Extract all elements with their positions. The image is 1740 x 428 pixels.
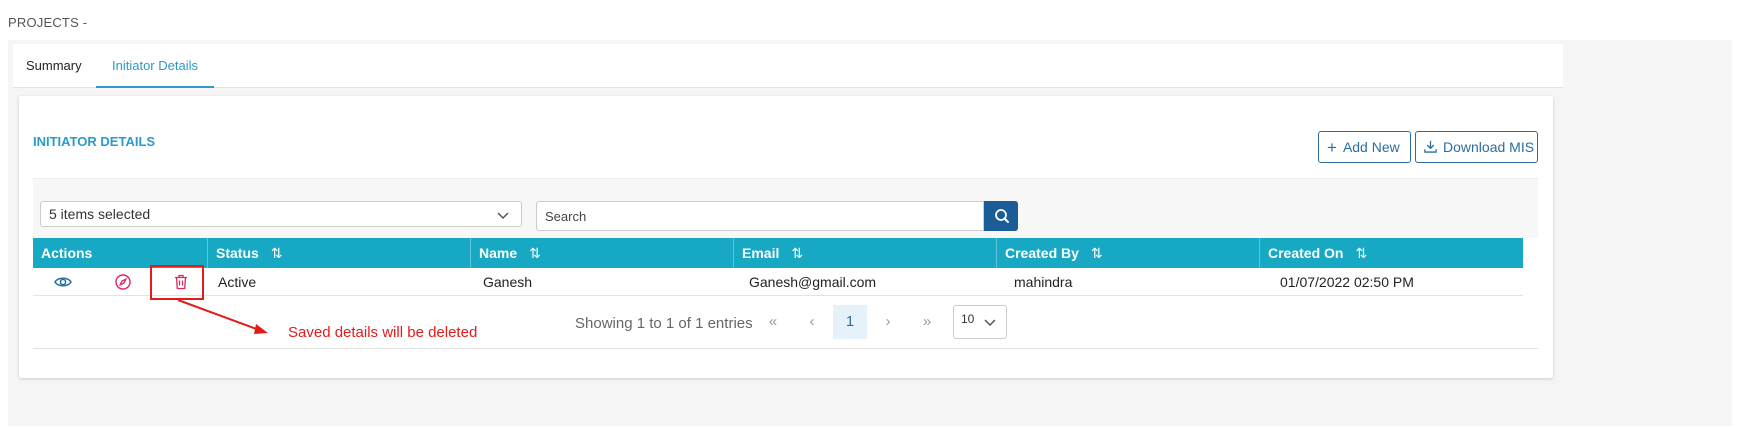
tab-bar: Summary Initiator Details bbox=[13, 44, 1563, 88]
cell-created-by: mahindra bbox=[1014, 274, 1073, 290]
page-1-button[interactable]: 1 bbox=[833, 305, 867, 339]
cell-status: Active bbox=[218, 274, 257, 290]
header-created-by[interactable]: Created By ⇅ bbox=[997, 238, 1260, 268]
search-button[interactable] bbox=[984, 201, 1018, 231]
next-page-button[interactable]: › bbox=[870, 305, 906, 339]
cell-email: Ganesh@gmail.com bbox=[749, 274, 877, 290]
download-mis-label: Download MIS bbox=[1443, 139, 1535, 155]
page-title: PROJECTS - bbox=[8, 15, 88, 30]
sort-icon: ⇅ bbox=[1090, 245, 1103, 261]
card-title: INITIATOR DETAILS bbox=[33, 134, 156, 149]
plus-icon: + bbox=[1327, 138, 1337, 157]
search-input[interactable] bbox=[536, 201, 984, 231]
table-footer-divider bbox=[33, 348, 1538, 349]
page-size-value: 10 bbox=[961, 312, 975, 326]
delete-highlight-box bbox=[150, 265, 204, 300]
header-name[interactable]: Name ⇅ bbox=[471, 238, 734, 268]
table-header: Actions Status ⇅ Name ⇅ Email ⇅ Created By ⇅… bbox=[33, 238, 1523, 268]
pagination-info: Showing 1 to 1 of 1 entries bbox=[575, 315, 753, 332]
add-new-label: Add New bbox=[1342, 139, 1400, 155]
search-icon bbox=[995, 209, 1009, 223]
sort-icon: ⇅ bbox=[529, 245, 541, 261]
cell-created-on: 01/07/2022 02:50 PM bbox=[1280, 274, 1414, 290]
header-email[interactable]: Email ⇅ bbox=[734, 238, 997, 268]
last-page-button[interactable]: » bbox=[909, 305, 945, 339]
cell-name: Ganesh bbox=[483, 274, 533, 290]
sort-icon: ⇅ bbox=[791, 245, 804, 261]
add-new-button[interactable]: + Add New bbox=[1318, 131, 1411, 163]
tab-initiator-details[interactable]: Initiator Details bbox=[96, 44, 214, 88]
download-mis-button[interactable]: Download MIS bbox=[1415, 131, 1538, 163]
header-actions: Actions bbox=[33, 238, 208, 268]
tab-summary[interactable]: Summary bbox=[13, 44, 95, 88]
page-size-select[interactable]: 10 bbox=[953, 305, 1007, 339]
prev-page-button[interactable]: ‹ bbox=[794, 305, 830, 339]
header-status[interactable]: Status ⇅ bbox=[208, 238, 471, 268]
compass-icon[interactable] bbox=[114, 273, 132, 291]
download-icon bbox=[1424, 133, 1437, 163]
table-row: Active Ganesh Ganesh@gmail.com mahindra … bbox=[33, 268, 1523, 296]
first-page-button[interactable]: « bbox=[755, 305, 791, 339]
sort-icon: ⇅ bbox=[1355, 245, 1368, 261]
sort-icon: ⇅ bbox=[270, 245, 283, 261]
header-created-on[interactable]: Created On ⇅ bbox=[1260, 238, 1523, 268]
annotation-text: Saved details will be deleted bbox=[288, 324, 478, 341]
column-multiselect[interactable]: 5 items selected bbox=[40, 201, 522, 227]
view-eye-icon[interactable] bbox=[54, 273, 72, 291]
multiselect-value: 5 items selected bbox=[49, 206, 151, 222]
chevron-down-icon bbox=[984, 313, 996, 334]
chevron-down-icon bbox=[497, 202, 509, 237]
